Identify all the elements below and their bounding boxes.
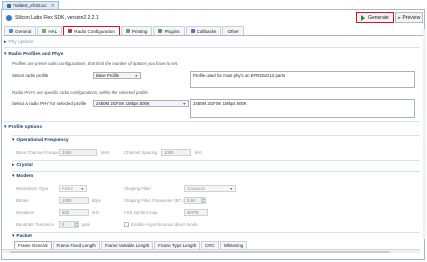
editor-tab-label: *railtest_efr32.isc: [13, 3, 47, 8]
deviation-label: Deviation: [16, 210, 35, 215]
channel-spacing-label: Channel Spacing: [124, 150, 158, 155]
operational-frequency-header[interactable]: ▾ Operational Frequency: [12, 136, 69, 144]
select-profile-label: Select radio profile: [12, 73, 49, 78]
shaping-filter-label: Shaping Filter: [124, 186, 152, 191]
baudrate-tolerance-unit: ppm: [82, 222, 91, 227]
radio-profile-select[interactable]: Base Profile ▼: [93, 72, 141, 79]
profile-description: Profile used for most phy's on EFR32xG12…: [190, 71, 415, 88]
fsk-symbol-map-label: FSK symbol map: [124, 210, 158, 215]
tab-frame-general[interactable]: Frame General: [14, 241, 52, 249]
horizontal-scrollbar[interactable]: [2, 249, 420, 253]
chevron-down-icon: ▾: [12, 233, 15, 239]
baudrate-tolerance-label: Baudrate Tolerance: [16, 222, 54, 227]
divider: [12, 232, 420, 233]
radio-profiles-header[interactable]: ▾ Radio Profiles and Phys: [4, 50, 420, 58]
window-title: Silicon Labs Flex SDK, version2.2.2.1: [15, 14, 99, 21]
phys-note: Radio PHYs are specific radio configurat…: [12, 90, 149, 95]
bitrate-label: Bitrate: [16, 198, 29, 203]
tab-label: Frame Variable Length: [104, 243, 150, 248]
shaping-parameter-stepper[interactable]: ▲ ▼: [202, 197, 206, 204]
title-bar: Silicon Labs Flex SDK, version2.2.2.1 Ge…: [2, 10, 424, 25]
deviation-unit: kHz: [92, 210, 100, 215]
tab-frame-variable-length[interactable]: Frame Variable Length: [100, 241, 154, 249]
base-channel-unit: MHz: [101, 150, 110, 155]
profiles-note: Profiles are preset radio configurations…: [12, 61, 179, 66]
async-direct-mode-checkbox[interactable]: [124, 222, 129, 227]
chevron-down-icon: ▾: [12, 173, 15, 179]
base-channel-field[interactable]: 2450: [59, 149, 97, 156]
modem-header[interactable]: ▾ Modem: [12, 172, 33, 180]
chevron-down-icon: ▼: [80, 186, 84, 191]
scrollbar-thumb[interactable]: [10, 250, 390, 253]
play-icon: [361, 14, 366, 21]
packet-header[interactable]: ▾ Packet: [12, 232, 32, 239]
silabs-logo-icon: [6, 14, 12, 21]
phy-options-header[interactable]: ▸ Phy options: [4, 38, 420, 46]
divider: [4, 121, 420, 122]
chevron-down-icon: ▾: [4, 124, 7, 130]
radio-configuration-panel: ▸ Phy options ▾ Radio Profiles and Phys Pr…: [4, 29, 420, 239]
channel-spacing-field[interactable]: 1000: [161, 149, 191, 156]
fsk-symbol-map-field[interactable]: MAP0: [184, 209, 208, 216]
generate-label: Generate: [368, 14, 389, 21]
packet-tab-bar: Frame General Frame Fixed Length Frame V…: [14, 241, 248, 249]
chevron-right-icon: ▸: [12, 162, 15, 168]
chevron-down-icon: ▼: [134, 73, 138, 78]
divider: [4, 47, 420, 48]
tab-label: Frame General: [18, 243, 48, 248]
chevron-down-icon: ▾: [4, 51, 7, 57]
tab-frame-fixed-length[interactable]: Frame Fixed Length: [52, 241, 100, 249]
tab-crc[interactable]: CRC: [201, 241, 219, 249]
preview-icon: ⫸: [397, 14, 401, 21]
modulation-type-label: Modulation Type: [16, 186, 49, 191]
tab-label: Frame Type Length: [158, 243, 197, 248]
profile-options-header[interactable]: ▾ Profile options: [4, 123, 420, 131]
divider: [12, 135, 420, 136]
modulation-type-select[interactable]: FSK2 ▼: [59, 185, 87, 192]
divider: [12, 171, 420, 172]
shaping-filter-select[interactable]: Gaussian ▼: [184, 185, 236, 192]
file-icon: [7, 3, 11, 8]
baudrate-tolerance-stepper[interactable]: ▲ ▼: [75, 221, 79, 228]
radio-phy-select[interactable]: 2450M 2GFSK 1Mbps 500K ▼: [93, 100, 189, 107]
chevron-down-icon: ▼: [182, 101, 186, 106]
chevron-right-icon: ▸: [4, 39, 7, 45]
async-direct-mode-label: Enable Asynchronous direct mode: [131, 222, 198, 227]
tab-whitening[interactable]: Whitening: [219, 241, 248, 249]
baudrate-tolerance-field[interactable]: 0: [59, 221, 75, 228]
bitrate-field[interactable]: 1000: [59, 197, 89, 204]
divider: [12, 160, 420, 161]
vertical-scrollbar[interactable]: [423, 29, 426, 239]
phy-description: 2450M 2GFSK 1Mbps 500K: [190, 99, 415, 118]
select-phy-label: Select a radio PHY for selected profile: [12, 101, 87, 106]
shaping-parameter-label: Shaping Filter Parameter (BT or R): [124, 198, 192, 203]
bitrate-unit: kbps: [92, 198, 101, 203]
tab-frame-type-length[interactable]: Frame Type Length: [154, 241, 201, 249]
channel-spacing-unit: kHz: [195, 150, 203, 155]
preview-label: Preview: [402, 14, 421, 21]
tab-label: Whitening: [223, 243, 244, 248]
generate-button[interactable]: Generate: [356, 12, 394, 23]
tab-label: CRC: [205, 243, 215, 248]
crystal-header[interactable]: ▸ Crystal: [12, 161, 33, 169]
preview-button[interactable]: ⫸ Preview: [395, 12, 423, 23]
chevron-down-icon: ▼: [229, 186, 233, 191]
shaping-parameter-field[interactable]: 0.50: [184, 197, 202, 204]
chevron-down-icon: ▾: [12, 137, 15, 143]
editor-tab[interactable]: *railtest_efr32.isc ✕: [2, 1, 60, 9]
tab-label: Frame Fixed Length: [56, 243, 96, 248]
deviation-field[interactable]: 500: [59, 209, 89, 216]
close-icon[interactable]: ✕: [51, 3, 55, 9]
